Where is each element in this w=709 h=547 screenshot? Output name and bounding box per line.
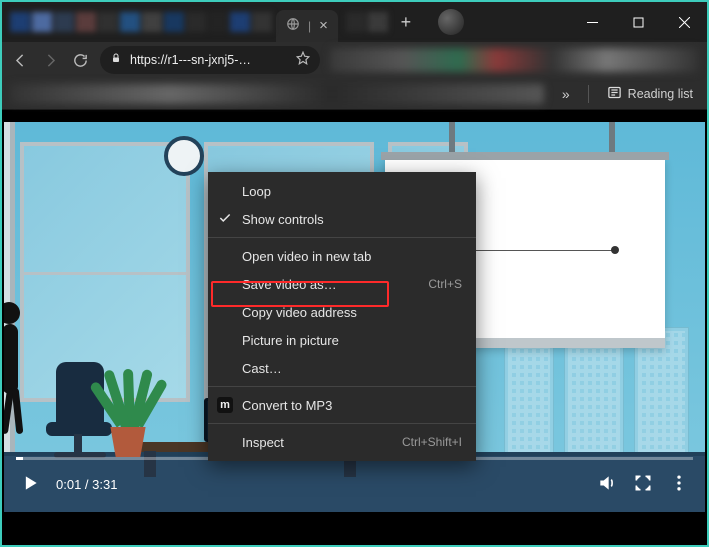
new-tab-button[interactable]: + <box>392 12 420 33</box>
check-icon <box>218 211 232 225</box>
reading-list-icon <box>607 85 622 103</box>
window-titlebar: | × + <box>2 2 707 42</box>
globe-icon <box>286 17 300 34</box>
context-menu-open-new-tab[interactable]: Open video in new tab <box>208 242 476 270</box>
context-menu-inspect[interactable]: InspectCtrl+Shift+I <box>208 428 476 456</box>
shortcut-label: Ctrl+Shift+I <box>402 435 462 449</box>
reload-button[interactable] <box>70 50 90 70</box>
context-menu-cast[interactable]: Cast… <box>208 354 476 382</box>
menu-divider <box>208 237 476 238</box>
bookmarks-bar: » Reading list <box>2 78 707 110</box>
reading-list-label: Reading list <box>628 87 693 101</box>
video-controls: 0:01 / 3:31 <box>4 461 705 507</box>
fullscreen-button[interactable] <box>633 473 653 496</box>
menu-divider <box>208 423 476 424</box>
tab-separator: | <box>308 19 311 33</box>
window-controls <box>569 2 707 42</box>
context-menu-show-controls[interactable]: Show controls <box>208 205 476 233</box>
video-current-time: 0:01 <box>56 477 81 492</box>
play-button[interactable] <box>20 473 40 496</box>
browser-tab-active[interactable]: | × <box>276 10 338 42</box>
divider <box>588 85 589 103</box>
lock-icon <box>110 51 122 69</box>
context-menu-picture-in-picture[interactable]: Picture in picture <box>208 326 476 354</box>
reading-list-button[interactable]: Reading list <box>601 82 699 106</box>
titlebar-blur-region <box>10 12 272 32</box>
titlebar-left: | × + <box>2 2 569 42</box>
forward-button[interactable] <box>40 50 60 70</box>
star-icon[interactable] <box>296 51 310 70</box>
titlebar-blur-region-2 <box>346 12 388 32</box>
extensions-blur-region <box>330 48 699 72</box>
more-options-button[interactable] <box>669 473 689 496</box>
url-text: https://r1---sn-jxnj5-… <box>130 53 288 67</box>
extension-m-icon: m <box>217 397 233 413</box>
context-menu-copy-address[interactable]: Copy video address <box>208 298 476 326</box>
profile-avatar[interactable] <box>438 9 464 35</box>
menu-divider <box>208 386 476 387</box>
context-menu-save-video-as[interactable]: Save video as…Ctrl+S <box>208 270 476 298</box>
tab-close-icon[interactable]: × <box>319 17 328 34</box>
video-time-display: 0:01 / 3:31 <box>56 477 117 492</box>
window-close-button[interactable] <box>661 2 707 42</box>
bookmarks-overflow-button[interactable]: » <box>556 86 576 102</box>
context-menu-loop[interactable]: Loop <box>208 177 476 205</box>
browser-toolbar: https://r1---sn-jxnj5-… <box>2 42 707 78</box>
volume-button[interactable] <box>597 473 617 496</box>
window-maximize-button[interactable] <box>615 2 661 42</box>
back-button[interactable] <box>10 50 30 70</box>
context-menu-convert-mp3[interactable]: m Convert to MP3 <box>208 391 476 419</box>
window-minimize-button[interactable] <box>569 2 615 42</box>
address-bar[interactable]: https://r1---sn-jxnj5-… <box>100 46 320 74</box>
shortcut-label: Ctrl+S <box>428 277 462 291</box>
video-context-menu: Loop Show controls Open video in new tab… <box>208 172 476 461</box>
video-duration: 3:31 <box>92 477 117 492</box>
bookmarks-blur-region <box>10 84 544 104</box>
